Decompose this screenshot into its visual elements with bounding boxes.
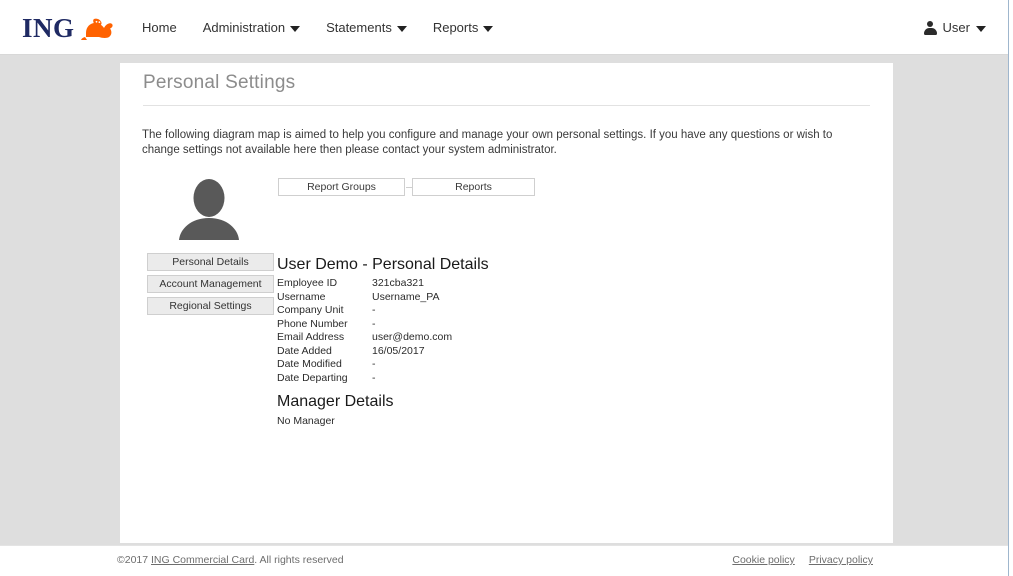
cookie-policy-link[interactable]: Cookie policy	[732, 554, 794, 566]
chevron-down-icon	[290, 25, 301, 32]
page-intro-text: The following diagram map is aimed to he…	[142, 128, 833, 156]
detail-key: Date Modified	[277, 358, 342, 370]
footer-company-link[interactable]: ING Commercial Card	[151, 554, 254, 566]
detail-value: -	[372, 317, 376, 330]
side-button-label: Account Management	[159, 278, 262, 290]
table-row: Date Modified -	[277, 358, 452, 372]
site-header: ING Home Administration Statements Repor…	[0, 0, 1008, 55]
table-row: Company Unit -	[277, 304, 452, 318]
content-panel: Personal Settings The following diagram …	[120, 63, 893, 543]
user-menu-label: User	[942, 20, 970, 35]
table-row: Date Departing -	[277, 372, 452, 386]
person-icon	[923, 20, 937, 35]
detail-value: 16/05/2017	[372, 344, 425, 357]
detail-key: Date Added	[277, 344, 332, 357]
chevron-down-icon	[483, 25, 494, 32]
table-row: Email Address user@demo.com	[277, 331, 452, 345]
right-rail	[1008, 0, 1013, 576]
detail-key: Employee ID	[277, 277, 338, 289]
nav-item-label: Home	[142, 20, 177, 35]
app-root: ING Home Administration Statements Repor…	[0, 0, 1013, 576]
table-row: Employee ID 321cba321	[277, 277, 452, 291]
footer-copyright: ©2017 ING Commercial Card. All rights re…	[117, 554, 344, 566]
detail-key: Company Unit	[277, 304, 344, 316]
detail-value: -	[372, 371, 376, 384]
diagram-box-label: Reports	[455, 181, 492, 193]
footer-links: Cookie policy Privacy policy	[732, 554, 873, 566]
main-navigation: Home Administration Statements Reports	[136, 0, 506, 55]
nav-item-label: Administration	[202, 20, 286, 35]
detail-value: -	[372, 358, 376, 370]
site-footer: ©2017 ING Commercial Card. All rights re…	[0, 545, 1008, 576]
table-row: Phone Number -	[277, 318, 452, 332]
nav-item-home[interactable]: Home	[136, 14, 190, 41]
nav-item-label: Reports	[432, 20, 479, 35]
nav-item-statements[interactable]: Statements	[313, 14, 420, 41]
nav-item-reports[interactable]: Reports	[420, 14, 507, 41]
ing-lion-icon	[80, 15, 114, 41]
detail-key: Username	[277, 290, 326, 303]
detail-value: 321cba321	[372, 277, 424, 289]
diagram-box-reports[interactable]: Reports	[412, 178, 535, 196]
side-button-label: Regional Settings	[169, 300, 252, 312]
nav-item-administration[interactable]: Administration	[190, 14, 313, 41]
manager-details-text: No Manager	[277, 415, 335, 427]
title-divider	[143, 105, 870, 106]
diagram-box-report-groups[interactable]: Report Groups	[278, 178, 405, 196]
logo-wordmark: ING	[22, 12, 75, 43]
copyright-suffix: . All rights reserved	[254, 554, 344, 566]
detail-key: Date Departing	[277, 371, 348, 384]
page-title: Personal Settings	[143, 72, 296, 93]
detail-value: user@demo.com	[372, 331, 453, 343]
chevron-down-icon	[396, 25, 407, 32]
user-silhouette-icon	[176, 178, 242, 242]
table-row: Username Username_PA	[277, 291, 452, 305]
personal-details-table: Employee ID 321cba321 Username Username_…	[277, 277, 452, 385]
side-button-label: Personal Details	[172, 256, 249, 268]
table-row: Date Added 16/05/2017	[277, 345, 452, 359]
side-button-regional-settings[interactable]: Regional Settings	[147, 297, 274, 315]
ing-logo[interactable]: ING	[22, 13, 114, 43]
side-button-account-management[interactable]: Account Management	[147, 275, 274, 293]
copyright-prefix: ©2017	[117, 554, 152, 566]
diagram-box-label: Report Groups	[307, 181, 376, 193]
nav-item-label: Statements	[326, 20, 392, 35]
manager-details-heading: Manager Details	[277, 393, 394, 410]
side-button-personal-details[interactable]: Personal Details	[147, 253, 274, 271]
detail-value: -	[372, 304, 376, 316]
privacy-policy-link[interactable]: Privacy policy	[809, 554, 873, 566]
user-menu[interactable]: User	[923, 0, 986, 55]
chevron-down-icon	[976, 25, 986, 32]
detail-key: Phone Number	[277, 317, 348, 330]
detail-key: Email Address	[277, 331, 345, 343]
personal-details-heading: User Demo - Personal Details	[277, 256, 489, 273]
detail-value: Username_PA	[372, 290, 440, 303]
